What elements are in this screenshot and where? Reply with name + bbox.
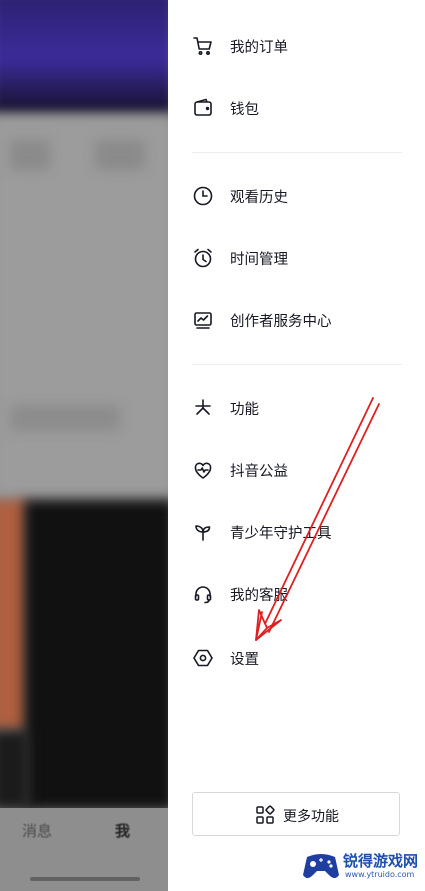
menu-item-label: 时间管理 [230,252,288,268]
tab-me[interactable]: 我 [115,820,130,841]
menu-item-wallet[interactable]: 钱包 [168,86,425,130]
menu-item-my-orders[interactable]: 我的订单 [168,24,425,68]
watermark-title: 锐得游戏网 [343,852,419,870]
divider [192,364,402,365]
menu-item-douyin-charity[interactable]: 抖音公益 [168,448,425,492]
background-element [95,140,145,170]
heart-pulse-icon [191,458,215,482]
menu-item-label: 我的订单 [230,40,288,56]
alarm-clock-icon [191,246,215,270]
asterisk-icon [191,396,215,420]
menu-item-label: 设置 [230,652,259,668]
background-app: 消息 我 [0,0,168,891]
menu-item-youth-guardian[interactable]: 青少年守护工具 [168,510,425,554]
tab-messages[interactable]: 消息 [22,820,52,841]
background-element [10,405,120,431]
cart-icon [191,34,215,58]
menu-item-label: 我的客服 [230,588,288,604]
menu-item-label: 青少年守护工具 [230,526,332,542]
menu-item-label: 观看历史 [230,190,288,206]
home-indicator [30,877,140,881]
grid-icon [255,805,275,825]
watermark: 锐得游戏网 www.ytruido.com [301,847,421,885]
background-element [0,730,30,810]
background-video-grid [24,500,168,810]
chart-monitor-icon [191,308,215,332]
more-features-label: 更多功能 [283,809,339,825]
menu-item-creator-center[interactable]: 创作者服务中心 [168,298,425,342]
menu-item-settings[interactable]: 设置 [168,636,425,680]
menu-item-label: 抖音公益 [230,464,288,480]
watermark-url: www.ytruido.com [345,870,415,879]
menu-item-label: 创作者服务中心 [230,314,332,330]
wallet-icon [191,96,215,120]
divider [192,152,402,153]
background-element [10,140,50,170]
menu-item-label: 钱包 [230,102,259,118]
menu-item-features[interactable]: 功能 [168,386,425,430]
side-drawer: 我的订单 钱包 观看历史 时间管理 创作者服务中心 功能 抖音公益 青少年守护工… [168,0,425,891]
menu-item-watch-history[interactable]: 观看历史 [168,174,425,218]
menu-item-customer-service[interactable]: 我的客服 [168,572,425,616]
sprout-icon [191,520,215,544]
gamepad-logo-icon [303,854,339,878]
more-features-button[interactable]: 更多功能 [192,792,400,836]
menu-item-label: 功能 [230,402,259,418]
clock-icon [191,184,215,208]
background-video-thumbnail [0,0,168,115]
background-profile-area [0,115,168,500]
menu-item-time-management[interactable]: 时间管理 [168,236,425,280]
headset-icon [191,582,215,606]
hexagon-settings-icon [191,646,215,670]
